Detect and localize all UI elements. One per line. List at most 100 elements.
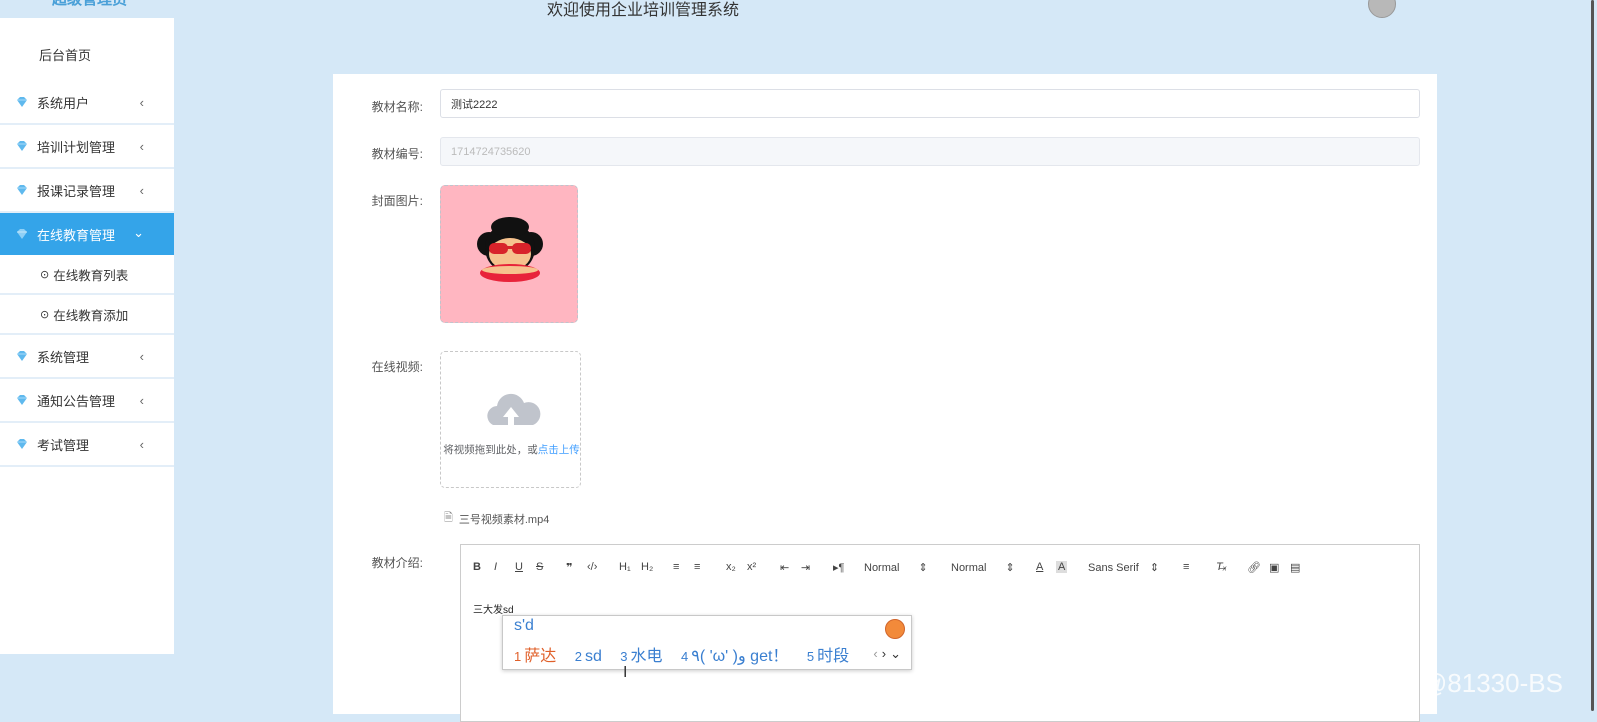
code-input: 1714724735620 <box>440 137 1420 166</box>
ime-candidate-window: s'd 1 萨达 2 sd 3 水电 4 ٩( 'ω' )و get！ 5 时段 ‹›⌄ <box>502 615 912 670</box>
page-title: 欢迎使用企业培训管理系统 <box>547 2 740 19</box>
blockquote-icon[interactable]: ❞ <box>566 561 572 574</box>
clear-format-icon[interactable]: T̶ₓ <box>1216 561 1227 573</box>
align-icon[interactable]: ≡ <box>1183 561 1189 573</box>
sidebar-item-home[interactable]: 后台首页 <box>0 33 174 75</box>
ime-logo-icon[interactable] <box>885 619 905 639</box>
font-select[interactable]: Sans Serif ⇕ <box>1088 561 1159 574</box>
text-direction-icon[interactable]: ▸¶ <box>833 561 844 574</box>
check-circle-icon: ⊙ <box>40 308 50 321</box>
sidebar-subitem-label: 在线教育添加 <box>53 308 129 323</box>
diamond-icon <box>15 95 29 109</box>
italic-icon[interactable]: I <box>494 561 497 573</box>
background-color-icon[interactable]: A <box>1056 561 1068 573</box>
sidebar-item-label: 报课记录管理 <box>37 183 116 199</box>
sidebar-subitem-online-education-add[interactable]: ⊙ 在线教育添加 <box>0 295 174 333</box>
chevron-right-icon[interactable]: › <box>882 646 890 661</box>
chevron-left-icon: ‹ <box>139 183 144 198</box>
header-select[interactable]: Normal ⇕ <box>864 561 928 574</box>
watermark: CSDN @81330-BS <box>1340 668 1563 698</box>
click-upload-link[interactable]: 点击上传 <box>538 444 580 456</box>
diamond-icon <box>15 227 29 241</box>
chevron-left-icon[interactable]: ‹ <box>873 646 881 661</box>
chevron-left-icon: ‹ <box>139 139 144 154</box>
chevron-left-icon: ‹ <box>139 349 144 364</box>
header2-icon[interactable]: H₂ <box>641 561 653 573</box>
video-hint-text: 将视频拖到此处，或 <box>443 444 538 456</box>
cover-label: 封面图片: <box>371 194 423 208</box>
sidebar-item-label: 考试管理 <box>37 437 90 453</box>
ime-candidate-list: 1 萨达 2 sd 3 水电 4 ٩( 'ω' )و get！ 5 时段 <box>514 642 863 666</box>
indent-icon[interactable]: ⇥ <box>801 561 810 574</box>
video-hint: 将视频拖到此处，或点击上传 <box>441 442 582 457</box>
link-icon[interactable]: 🔗︎ <box>1247 561 1261 574</box>
bullet-list-icon[interactable]: ≡ <box>694 561 700 573</box>
sidebar-subitem-online-education-list[interactable]: ⊙ 在线教育列表 <box>0 255 174 293</box>
editor-toolbar: B I U S ❞ ‹/› H₁ H₂ ≡ ≡ x₂ x² ⇤ ⇥ ▸¶ Nor… <box>460 544 1420 593</box>
sidebar: 后台首页 系统用户 ‹ 培训计划管理 ‹ 报课记录管理 ‹ 在线教育管理 ⌄ ⊙… <box>0 18 174 654</box>
uploaded-file-item[interactable]: 🗎 三号视频素材.mp4 <box>444 509 549 528</box>
strike-icon[interactable]: S <box>536 561 543 573</box>
sidebar-item-system-management[interactable]: 系统管理 ‹ <box>0 335 174 377</box>
ordered-list-icon[interactable]: ≡ <box>673 561 679 573</box>
chevron-left-icon: ‹ <box>139 393 144 408</box>
ime-candidate[interactable]: 3 水电 <box>620 648 662 665</box>
size-select-value: Normal <box>951 562 987 574</box>
sidebar-item-label: 通知公告管理 <box>37 393 116 409</box>
video-label: 在线视频: <box>371 360 423 374</box>
logo-text: 超级管理员 <box>52 0 127 9</box>
ime-composition-text: s'd <box>514 617 534 634</box>
video-upload-dropzone[interactable]: 将视频拖到此处，或点击上传 <box>440 351 581 488</box>
sidebar-home-label: 后台首页 <box>39 47 92 63</box>
header1-icon[interactable]: H₁ <box>619 561 631 573</box>
sidebar-item-training-plan[interactable]: 培训计划管理 ‹ <box>0 125 174 167</box>
sidebar-item-online-education[interactable]: 在线教育管理 ⌄ <box>0 213 174 255</box>
name-label: 教材名称: <box>371 100 423 114</box>
font-select-value: Sans Serif <box>1088 562 1139 574</box>
document-icon: 🗎 <box>444 512 453 524</box>
sidebar-divider <box>0 465 174 467</box>
top-header: 超级管理员 欢迎使用企业培训管理系统 <box>0 0 1597 19</box>
image-icon[interactable]: ▣ <box>1269 561 1279 574</box>
ime-candidate[interactable]: 5 时段 <box>807 648 849 665</box>
bold-icon[interactable]: B <box>473 561 481 573</box>
name-input[interactable]: 测试2222 <box>440 89 1420 118</box>
header-select-value: Normal <box>864 562 900 574</box>
size-select[interactable]: Normal ⇕ <box>951 561 1015 574</box>
chevron-left-icon: ‹ <box>139 437 144 452</box>
monkey-cover-image <box>477 217 543 282</box>
sidebar-item-exam-management[interactable]: 考试管理 ‹ <box>0 423 174 465</box>
ime-page-nav[interactable]: ‹›⌄ <box>873 646 905 662</box>
diamond-icon <box>15 437 29 451</box>
diamond-icon <box>15 139 29 153</box>
sidebar-item-label: 在线教育管理 <box>37 227 116 243</box>
ime-candidate[interactable]: 1 萨达 <box>514 648 556 665</box>
cover-image-uploader[interactable] <box>440 185 578 323</box>
sidebar-item-system-users[interactable]: 系统用户 ‹ <box>0 81 174 123</box>
ime-candidate[interactable]: 4 ٩( 'ω' )و get！ <box>681 648 788 665</box>
video-icon[interactable]: ▤ <box>1290 561 1300 574</box>
intro-label: 教材介绍: <box>371 556 423 570</box>
sidebar-item-enrollment-records[interactable]: 报课记录管理 ‹ <box>0 169 174 211</box>
underline-icon[interactable]: U <box>515 561 523 573</box>
diamond-icon <box>15 349 29 363</box>
sidebar-subitem-label: 在线教育列表 <box>53 268 129 283</box>
sidebar-item-label: 培训计划管理 <box>37 139 116 155</box>
code-block-icon[interactable]: ‹/› <box>587 561 597 573</box>
superscript-icon[interactable]: x² <box>747 561 756 573</box>
outdent-icon[interactable]: ⇤ <box>780 561 789 574</box>
sidebar-item-label: 系统用户 <box>37 95 90 111</box>
text-cursor-icon: I <box>623 664 628 681</box>
uploaded-file-name: 三号视频素材.mp4 <box>458 513 550 526</box>
check-circle-icon: ⊙ <box>40 268 50 281</box>
ime-candidate[interactable]: 2 sd <box>575 648 602 665</box>
diamond-icon <box>15 183 29 197</box>
subscript-icon[interactable]: x₂ <box>726 561 736 573</box>
page-scrollbar[interactable] <box>1591 0 1594 711</box>
chevron-down-icon[interactable]: ⌄ <box>890 646 905 661</box>
font-color-icon[interactable]: A <box>1036 561 1043 573</box>
sidebar-item-notice-management[interactable]: 通知公告管理 ‹ <box>0 379 174 421</box>
sidebar-item-label: 系统管理 <box>37 349 90 365</box>
avatar[interactable] <box>1368 0 1396 18</box>
code-label: 教材编号: <box>371 147 423 161</box>
